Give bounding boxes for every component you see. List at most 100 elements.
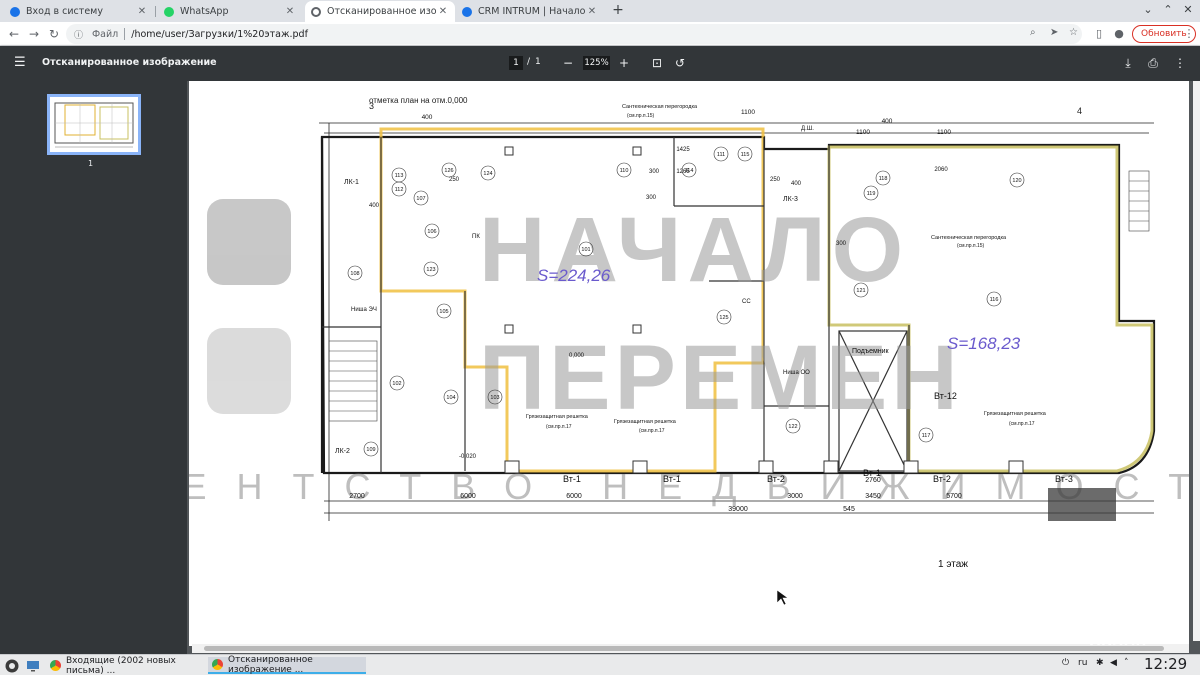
new-tab-button[interactable]: + xyxy=(610,2,626,18)
forward-icon[interactable]: → xyxy=(26,26,42,42)
zoom-input[interactable]: 125% xyxy=(583,56,610,70)
page-separator: / xyxy=(527,57,531,67)
bluetooth-icon[interactable]: ✱ xyxy=(1096,658,1104,668)
address-prefix: Файл xyxy=(92,28,119,40)
bookmark-star-icon[interactable]: ☆ xyxy=(1069,27,1078,38)
maximize-icon[interactable]: ⌃ xyxy=(1160,2,1176,18)
pk-label: ПК xyxy=(472,234,480,240)
dimension: 2760 xyxy=(865,477,881,484)
dimension: 400 xyxy=(791,181,802,187)
desktop-icon[interactable] xyxy=(24,657,42,674)
room-number: 117 xyxy=(922,433,931,439)
door-label: Вт-2 xyxy=(767,474,785,484)
print-icon[interactable]: ⎙ xyxy=(1146,56,1160,70)
tab-login[interactable]: Вход в систему ✕ xyxy=(4,1,154,22)
tab-crm-intrum[interactable]: CRM INTRUM | Начало пере ✕ xyxy=(456,1,604,22)
more-options-icon[interactable]: ⋮ xyxy=(1173,56,1187,70)
app-launcher-icon[interactable] xyxy=(2,657,22,674)
room-number: 119 xyxy=(867,191,876,197)
dimension: 250 xyxy=(449,177,460,183)
zoom-search-icon[interactable]: ⌕ xyxy=(1030,27,1036,38)
page-thumbnail[interactable] xyxy=(47,94,141,155)
zoom-out-icon[interactable]: − xyxy=(561,56,575,70)
volume-icon[interactable]: ◀ xyxy=(1110,658,1117,668)
stair-label: ЛК-1 xyxy=(344,179,359,186)
dimension: 1100 xyxy=(937,129,951,136)
rotate-icon[interactable]: ↺ xyxy=(673,56,687,70)
watermark-logo xyxy=(207,199,291,414)
room-number: 105 xyxy=(439,309,448,315)
dimension: 300 xyxy=(646,195,657,201)
close-window-icon[interactable]: ✕ xyxy=(1180,2,1196,18)
browser-menu-icon[interactable]: ⋮ xyxy=(1182,26,1196,42)
thumbnail-page-number: 1 xyxy=(88,159,94,168)
vertical-scrollbar[interactable] xyxy=(1193,81,1200,641)
address-divider xyxy=(124,28,126,40)
profile-icon[interactable]: ● xyxy=(1112,26,1126,42)
room-number: 125 xyxy=(719,315,728,321)
door-label: Вт-2 xyxy=(933,474,951,484)
podemnik-label: Подъемник xyxy=(852,348,890,355)
sanitary-ref: (см.пр.п.15) xyxy=(957,243,985,249)
door-label: Вт-12 xyxy=(934,391,957,401)
dimension: 400 xyxy=(422,114,433,121)
room-number: 118 xyxy=(879,176,888,182)
close-icon[interactable]: ✕ xyxy=(437,6,449,17)
back-icon[interactable]: ← xyxy=(6,26,22,42)
intrum-icon xyxy=(462,6,472,17)
taskbar-app-label: Отсканированное изображение ... xyxy=(228,654,313,675)
dimension: 250 xyxy=(770,177,781,183)
dimension-lines xyxy=(319,122,1154,521)
room-number: 106 xyxy=(427,229,436,235)
mouse-cursor-icon xyxy=(776,589,789,606)
close-icon[interactable]: ✕ xyxy=(586,6,598,17)
address-bar[interactable]: ⓘ Файл /home/user/Загрузки/1%20этаж.pdf … xyxy=(66,24,1082,44)
fit-page-icon[interactable]: ⊡ xyxy=(650,56,664,70)
menu-icon[interactable]: ☰ xyxy=(14,56,28,70)
taskbar: Входящие (2002 новых письма) ... Отскани… xyxy=(0,654,1200,675)
room-number: 102 xyxy=(392,381,401,387)
room-number: 112 xyxy=(395,187,404,193)
tab-scanned-image[interactable]: Отсканированное изображ ✕ xyxy=(305,1,455,22)
close-icon[interactable]: ✕ xyxy=(136,6,148,17)
grate-ref: (см.пр.п.17 xyxy=(639,428,665,434)
door-label: Вт-1 xyxy=(663,474,681,484)
info-icon[interactable]: ⓘ xyxy=(74,28,88,41)
keyboard-layout[interactable]: ru xyxy=(1078,658,1087,668)
chrome-icon xyxy=(50,660,61,671)
zoom-in-icon[interactable]: + xyxy=(617,56,631,70)
pdf-viewer[interactable]: отметка план на отм.0,000 3 4 НАЧАЛО ПЕР… xyxy=(187,81,1200,654)
network-icon[interactable]: ⏻ xyxy=(1062,658,1069,668)
room-number: 111 xyxy=(717,152,725,158)
level-label: 0,000 xyxy=(569,353,585,359)
niche-label: Ниша ЭЧ xyxy=(351,307,377,313)
dsh-label: Д.Ш. xyxy=(801,126,814,132)
horizontal-scrollbar[interactable] xyxy=(192,644,1189,653)
download-icon[interactable]: ⤓ xyxy=(1121,56,1135,70)
taskbar-app-pdf[interactable]: Отсканированное изображение ... xyxy=(208,654,366,675)
tab-label: Отсканированное изображ xyxy=(327,6,437,17)
room-number: 103 xyxy=(490,395,499,401)
room-number: 110 xyxy=(620,168,629,174)
room-number: 116 xyxy=(990,297,999,303)
minimize-icon[interactable]: ⌄ xyxy=(1140,2,1156,18)
room-number: 121 xyxy=(856,288,865,294)
sidepanel-icon[interactable]: ▯ xyxy=(1092,26,1106,42)
taskbar-app-inbox[interactable]: Входящие (2002 новых письма) ... xyxy=(46,656,204,675)
tray-expand-icon[interactable]: ˄ xyxy=(1124,658,1129,668)
globe-icon xyxy=(311,6,321,17)
tab-whatsapp[interactable]: WhatsApp ✕ xyxy=(158,1,302,22)
dimension: 3450 xyxy=(865,493,881,500)
dimension: 300 xyxy=(836,241,847,247)
send-icon[interactable]: ➤ xyxy=(1050,27,1058,38)
close-icon[interactable]: ✕ xyxy=(284,6,296,17)
reload-icon[interactable]: ↻ xyxy=(46,26,62,42)
tab-label: CRM INTRUM | Начало пере xyxy=(478,6,586,17)
room-number: 101 xyxy=(581,247,590,253)
page-number-input[interactable]: 1 xyxy=(509,56,523,70)
niche-label: Ниша ОО xyxy=(783,370,810,376)
clock[interactable]: 12:29 xyxy=(1144,655,1187,673)
pdf-toolbar: ☰ Отсканированное изображение 1 / 1 − 12… xyxy=(0,46,1200,81)
thumbnail-plan-icon xyxy=(54,102,134,148)
scrollbar-thumb[interactable] xyxy=(204,646,1164,651)
